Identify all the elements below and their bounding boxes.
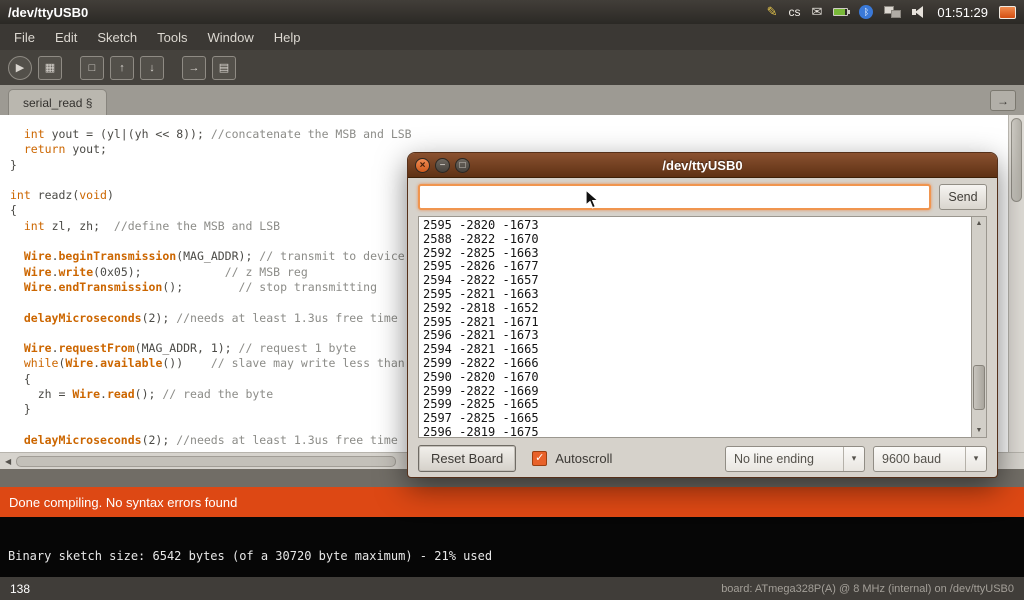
compile-status-message: Done compiling. No syntax errors found [9,495,237,510]
serial-line: 2596 -2819 -1675 [423,426,986,438]
serial-line: 2599 -2825 -1665 [423,398,986,412]
board-info: board: ATmega328P(A) @ 8 MHz (internal) … [721,583,1014,595]
serial-line: 2595 -2820 -1673 [423,219,986,233]
cursor-line-indicator: 138 [10,582,30,596]
serial-monitor-window: × − □ /dev/ttyUSB0 Send 2595 -2820 -1673… [407,152,998,478]
tab-menu-button[interactable]: → [990,90,1016,111]
scroll-down-icon[interactable]: ▼ [972,427,986,434]
battery-icon[interactable] [833,8,848,16]
editor-vertical-scrollbar[interactable] [1008,115,1024,452]
serial-line: 2597 -2825 -1665 [423,412,986,426]
reset-board-button[interactable]: Reset Board [418,445,516,472]
check-icon: ✓ [535,453,544,464]
menu-bar: FileEditSketchToolsWindowHelp [0,24,1024,50]
console-output: Binary sketch size: 6542 bytes (of a 307… [0,517,1024,577]
serial-line: 2588 -2822 -1670 [423,233,986,247]
menu-item-edit[interactable]: Edit [45,26,87,49]
close-icon[interactable]: × [415,158,430,173]
serial-output: 2595 -2820 -16732588 -2822 -16702592 -28… [419,217,986,438]
serial-line: 2595 -2826 -1677 [423,260,986,274]
send-button[interactable]: Send [939,184,987,210]
serial-monitor-controls: Reset Board ✓ Autoscroll No line ending … [408,438,997,479]
editor-vscroll-thumb[interactable] [1011,118,1022,202]
serial-input[interactable] [418,184,931,210]
line-ending-value: No line ending [726,447,843,471]
system-tray: ✎ cs ✉ ᛒ 01:51:29 [767,4,1016,20]
maximize-icon[interactable]: □ [455,158,470,173]
console-text: Binary sketch size: 6542 bytes (of a 307… [8,549,492,563]
mail-icon[interactable]: ✉ [811,4,822,20]
serial-input-row: Send [408,178,997,216]
tab-bar: serial_read § → [0,85,1024,115]
tab-serial-read[interactable]: serial_read § [8,89,107,115]
serial-line: 2594 -2822 -1657 [423,274,986,288]
mouse-cursor [585,189,604,211]
top-panel: /dev/ttyUSB0 ✎ cs ✉ ᛒ 01:51:29 [0,0,1024,24]
new-sketch-button[interactable]: □ [80,56,104,80]
serial-line: 2599 -2822 -1666 [423,357,986,371]
serial-scrollbar[interactable]: ▲ ▼ [971,217,986,437]
autoscroll-label: Autoscroll [555,451,612,466]
autoscroll-checkbox[interactable]: ✓ [532,451,547,466]
scroll-left-icon[interactable]: ◀ [0,457,16,466]
open-sketch-button[interactable]: ↑ [110,56,134,80]
code-line: int yout = (yl|(yh << 8)); //concatenate… [10,127,1008,142]
window-controls: × − □ [415,158,470,173]
serial-line: 2594 -2821 -1665 [423,343,986,357]
serial-monitor-titlebar[interactable]: × − □ /dev/ttyUSB0 [408,153,997,178]
serial-line: 2590 -2820 -1670 [423,371,986,385]
save-sketch-button[interactable]: ↓ [140,56,164,80]
serial-monitor-title: /dev/ttyUSB0 [408,158,997,173]
tab-label: serial_read § [23,96,92,110]
compile-status-bar: Done compiling. No syntax errors found [0,487,1024,517]
baud-rate-select[interactable]: 9600 baud ▾ [873,446,987,472]
screen: /dev/ttyUSB0 ✎ cs ✉ ᛒ 01:51:29 FileEditS… [0,0,1024,600]
menu-item-tools[interactable]: Tools [147,26,197,49]
network-icon[interactable] [884,6,901,18]
serial-scrollbar-thumb[interactable] [973,365,985,410]
scroll-up-icon[interactable]: ▲ [972,220,986,227]
editor-hscroll-thumb[interactable] [16,456,396,467]
window-title: /dev/ttyUSB0 [8,5,88,20]
toolbar: ▶▦ □↑↓ →▤ [0,50,1024,85]
serial-line: 2596 -2821 -1673 [423,329,986,343]
keyboard-layout-indicator[interactable]: cs [788,5,800,19]
upload-button[interactable]: → [182,56,206,80]
chevron-down-icon: ▾ [843,447,864,471]
baud-rate-value: 9600 baud [874,447,965,471]
menu-item-sketch[interactable]: Sketch [87,26,147,49]
line-ending-select[interactable]: No line ending ▾ [725,446,865,472]
serial-line: 2595 -2821 -1671 [423,316,986,330]
session-menu-icon[interactable] [999,6,1016,19]
minimize-icon[interactable]: − [435,158,450,173]
bluetooth-icon[interactable]: ᛒ [859,5,873,19]
serial-line: 2592 -2818 -1652 [423,302,986,316]
menu-item-help[interactable]: Help [264,26,311,49]
menu-item-window[interactable]: Window [197,26,263,49]
serial-line: 2592 -2825 -1663 [423,247,986,261]
stop-button[interactable]: ▦ [38,56,62,80]
serial-line: 2595 -2821 -1663 [423,288,986,302]
clock[interactable]: 01:51:29 [937,5,988,20]
serial-monitor-button[interactable]: ▤ [212,56,236,80]
menu-item-file[interactable]: File [4,26,45,49]
tab-menu-icon: → [997,94,1009,108]
volume-icon[interactable] [912,6,926,18]
serial-line: 2599 -2822 -1669 [423,385,986,399]
chevron-down-icon: ▾ [965,447,986,471]
verify-button[interactable]: ▶ [8,56,32,80]
note-icon[interactable]: ✎ [767,4,778,20]
footer-status-bar: 138 board: ATmega328P(A) @ 8 MHz (intern… [0,577,1024,600]
serial-output-area[interactable]: 2595 -2820 -16732588 -2822 -16702592 -28… [418,216,987,438]
